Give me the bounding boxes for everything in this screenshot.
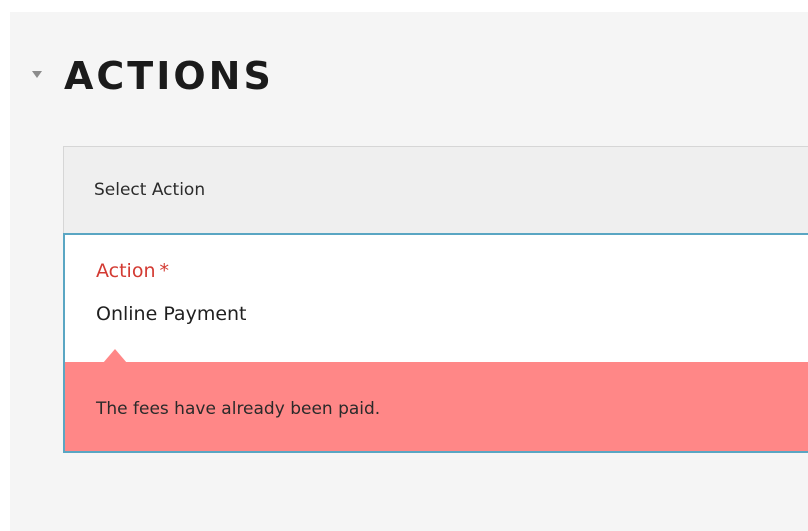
required-marker: * <box>159 260 170 282</box>
action-select-value[interactable]: Online Payment <box>96 301 247 327</box>
action-field[interactable]: Action * Online Payment The fees have alr… <box>63 233 808 453</box>
error-banner: The fees have already been paid. <box>65 362 808 451</box>
card-header-title: Select Action <box>94 180 206 200</box>
action-label-text: Action <box>96 260 156 282</box>
caret-down-icon[interactable] <box>32 71 42 78</box>
action-field-label: Action * <box>96 258 169 284</box>
action-card: Select Action Action * Online Payment The… <box>63 146 808 453</box>
actions-section-toggle[interactable]: ACTIONS <box>22 52 302 102</box>
card-header: Select Action <box>64 147 808 233</box>
section-title: ACTIONS <box>64 54 274 98</box>
error-message: The fees have already been paid. <box>96 399 381 419</box>
